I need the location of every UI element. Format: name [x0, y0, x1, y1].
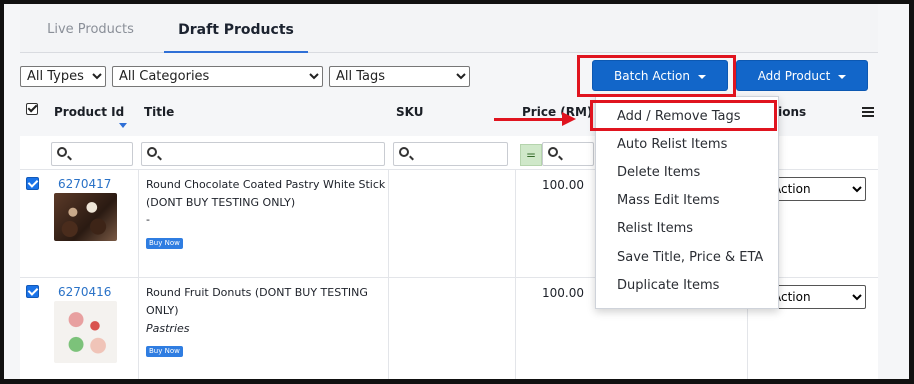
- add-product-button[interactable]: Add Product: [736, 60, 868, 91]
- product-title[interactable]: Round Fruit Donuts (DONT BUY TESTING ONL…: [146, 284, 368, 320]
- menu-item-save-title-price-eta[interactable]: Save Title, Price & ETA: [596, 244, 778, 272]
- header-price[interactable]: Price (RM): [522, 105, 592, 119]
- product-category: -: [146, 213, 150, 226]
- sku-search-input[interactable]: [393, 142, 508, 166]
- caret-down-icon: [838, 74, 847, 79]
- product-id-search-input[interactable]: [51, 142, 133, 166]
- batch-action-label: Batch Action: [614, 69, 690, 83]
- column-menu-icon[interactable]: [862, 107, 874, 119]
- header-sku[interactable]: SKU: [396, 105, 423, 119]
- product-price: 100.00: [542, 178, 584, 192]
- search-icon: [57, 147, 67, 157]
- product-category: Pastries: [146, 322, 190, 335]
- select-all-checkbox[interactable]: [26, 103, 38, 115]
- tags-filter[interactable]: All Tags: [329, 66, 470, 87]
- menu-item-relist[interactable]: Relist Items: [596, 215, 778, 243]
- row-checkbox[interactable]: [26, 177, 39, 190]
- search-icon: [548, 147, 558, 157]
- title-search-input[interactable]: [141, 142, 385, 166]
- search-icon: [399, 147, 409, 157]
- product-thumbnail[interactable]: [54, 193, 117, 241]
- types-filter[interactable]: All Types: [20, 66, 106, 87]
- annotation-arrow-icon: [562, 112, 576, 126]
- product-tabs: Live Products Draft Products: [20, 4, 878, 53]
- buy-now-badge: Buy Now: [146, 238, 183, 249]
- price-equals-operator[interactable]: =: [520, 144, 542, 166]
- price-search-input[interactable]: [542, 142, 594, 166]
- product-price: 100.00: [542, 286, 584, 300]
- row-action-select[interactable]: Action: [768, 177, 866, 201]
- sort-desc-icon[interactable]: [119, 123, 127, 128]
- categories-filter[interactable]: All Categories: [112, 66, 323, 87]
- batch-action-button[interactable]: Batch Action: [592, 60, 728, 91]
- search-icon: [147, 147, 157, 157]
- batch-action-menu: Add / Remove Tags Auto Relist Items Dele…: [595, 96, 779, 309]
- product-title[interactable]: Round Chocolate Coated Pastry White Stic…: [146, 176, 385, 212]
- header-title[interactable]: Title: [144, 105, 174, 119]
- menu-item-duplicate[interactable]: Duplicate Items: [596, 272, 778, 300]
- menu-item-delete[interactable]: Delete Items: [596, 159, 778, 187]
- product-thumbnail[interactable]: [54, 301, 117, 363]
- buy-now-badge: Buy Now: [146, 346, 183, 357]
- header-product-id[interactable]: Product Id: [54, 105, 124, 119]
- add-product-label: Add Product: [757, 69, 831, 83]
- menu-item-mass-edit[interactable]: Mass Edit Items: [596, 187, 778, 215]
- tab-live-products[interactable]: Live Products: [38, 4, 143, 53]
- row-checkbox[interactable]: [26, 285, 39, 298]
- menu-item-auto-relist[interactable]: Auto Relist Items: [596, 131, 778, 159]
- row-action-select[interactable]: Action: [768, 285, 866, 309]
- menu-item-add-remove-tags[interactable]: Add / Remove Tags: [596, 103, 778, 131]
- annotation-arrow-line: [494, 118, 564, 121]
- tab-draft-products[interactable]: Draft Products: [164, 4, 308, 53]
- product-id-link[interactable]: 6270416: [58, 285, 111, 299]
- product-id-link[interactable]: 6270417: [58, 177, 111, 191]
- app-window: Live Products Draft Products All Types A…: [4, 4, 909, 379]
- caret-down-icon: [697, 74, 706, 79]
